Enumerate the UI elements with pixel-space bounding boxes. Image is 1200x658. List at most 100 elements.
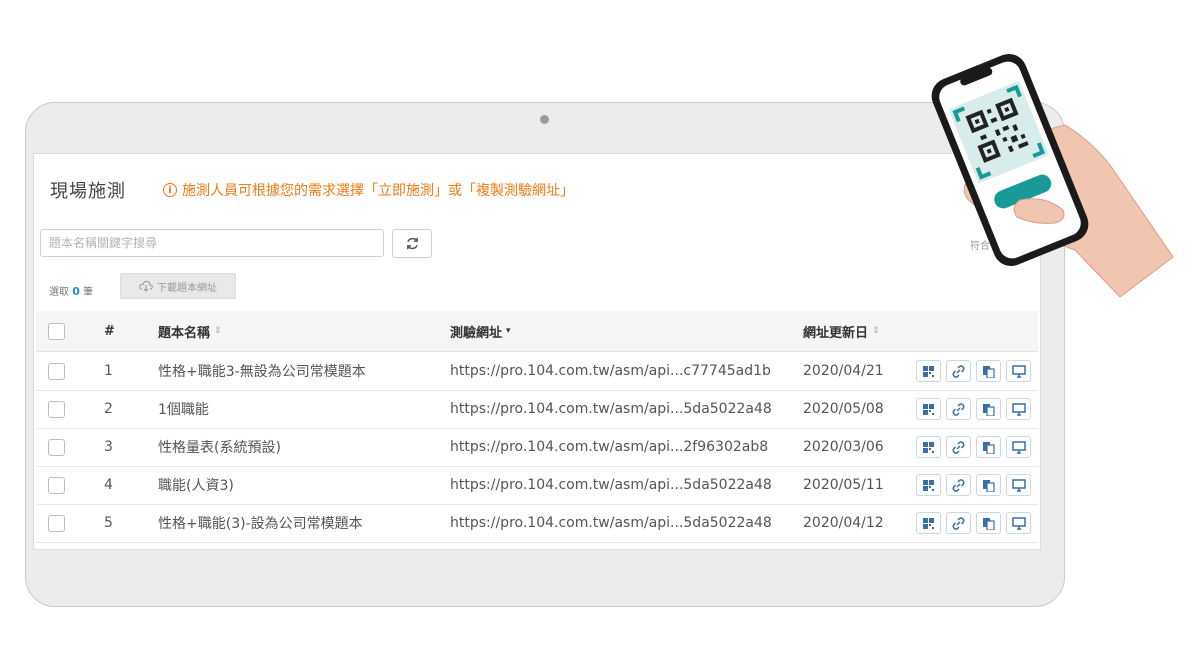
copy-link-button[interactable]	[946, 360, 971, 382]
row-actions	[916, 428, 1031, 466]
notice-label: 施測人員可根據您的需求選擇「立即施測」或「複製測驗網址」	[182, 183, 574, 199]
page-title: 現場施測	[50, 181, 126, 202]
row-url: https://pro.104.com.tw/asm/api...c77745a…	[450, 363, 771, 379]
row-checkbox[interactable]	[48, 514, 65, 532]
row-date: 2020/04/12	[803, 515, 884, 531]
link-icon	[952, 516, 965, 530]
link-icon	[952, 364, 965, 378]
start-test-button[interactable]	[1006, 512, 1031, 534]
table-row: 5 性格+職能(3)-設為公司常模題本 https://pro.104.com.…	[36, 504, 1038, 543]
start-test-button[interactable]	[1006, 398, 1031, 420]
selected-count: 0	[72, 285, 80, 298]
row-index: 1	[104, 363, 113, 379]
copy-button[interactable]	[976, 512, 1001, 534]
row-name: 1個職能	[158, 402, 209, 418]
row-url: https://pro.104.com.tw/asm/api...5da5022…	[450, 515, 772, 531]
table-row: 3 性格量表(系統預設) https://pro.104.com.tw/asm/…	[36, 428, 1038, 467]
header-url-label: 測驗網址	[450, 325, 503, 341]
copy-button[interactable]	[976, 436, 1001, 458]
sort-icon: ⇕	[872, 326, 880, 336]
row-index: 4	[104, 477, 113, 493]
qr-code-icon	[922, 403, 935, 416]
copy-icon	[982, 365, 995, 378]
qr-code-icon	[922, 365, 935, 378]
row-index: 2	[104, 401, 113, 417]
row-url: https://pro.104.com.tw/asm/api...2f96302…	[450, 439, 769, 455]
header-name[interactable]: 題本名稱 ⇕	[158, 311, 222, 351]
link-icon	[952, 402, 965, 416]
refresh-icon	[406, 237, 418, 250]
start-test-button[interactable]	[1006, 360, 1031, 382]
sort-icon: ⇕	[214, 326, 222, 336]
qr-code-icon	[922, 441, 935, 454]
header-url[interactable]: 測驗網址 ▾	[450, 311, 511, 351]
link-icon	[952, 478, 965, 492]
header-date[interactable]: 網址更新日 ⇕	[803, 311, 880, 351]
row-name: 性格+職能(3)-設為公司常模題本	[158, 516, 363, 532]
table-header: # 題本名稱 ⇕ 測驗網址 ▾ 網址更新日 ⇕	[36, 311, 1038, 352]
copy-link-button[interactable]	[946, 474, 971, 496]
row-actions	[916, 390, 1031, 428]
copy-link-button[interactable]	[946, 436, 971, 458]
copy-button[interactable]	[976, 474, 1001, 496]
table-row: 4 職能(人資3) https://pro.104.com.tw/asm/api…	[36, 466, 1038, 505]
row-name: 性格+職能3-無設為公司常模題本	[158, 364, 366, 380]
qr-code-button[interactable]	[916, 512, 941, 534]
monitor-icon	[1011, 402, 1026, 416]
monitor-icon	[1011, 516, 1026, 530]
copy-button[interactable]	[976, 360, 1001, 382]
table-row: 2 1個職能 https://pro.104.com.tw/asm/api...…	[36, 390, 1038, 429]
cloud-download-icon	[139, 280, 153, 292]
row-checkbox[interactable]	[48, 476, 65, 494]
selected-suffix: 筆	[83, 287, 94, 298]
row-name: 性格量表(系統預設)	[158, 440, 281, 456]
row-date: 2020/05/11	[803, 477, 884, 493]
header-date-label: 網址更新日	[803, 325, 869, 341]
row-actions	[916, 352, 1031, 390]
table-row: 1 性格+職能3-無設為公司常模題本 https://pro.104.com.t…	[36, 352, 1038, 391]
tablet-camera	[540, 115, 549, 124]
select-all-checkbox[interactable]	[48, 322, 65, 340]
start-test-button[interactable]	[1006, 436, 1031, 458]
qr-code-icon	[922, 479, 935, 492]
phone-in-hand-illustration	[931, 53, 1174, 298]
sort-desc-icon: ▾	[506, 326, 511, 336]
start-test-button[interactable]	[1006, 474, 1031, 496]
link-icon	[952, 440, 965, 454]
info-icon: i	[163, 183, 177, 197]
copy-link-button[interactable]	[946, 512, 971, 534]
search-input[interactable]	[40, 229, 384, 257]
monitor-icon	[1011, 478, 1026, 492]
qr-code-button[interactable]	[916, 360, 941, 382]
notice-text: i 施測人員可根據您的需求選擇「立即施測」或「複製測驗網址」	[163, 180, 574, 200]
row-date: 2020/05/08	[803, 401, 884, 417]
monitor-icon	[1011, 364, 1026, 378]
row-name: 職能(人資3)	[158, 478, 234, 494]
row-checkbox[interactable]	[48, 362, 65, 380]
download-urls-button[interactable]: 下載題本網址	[120, 273, 236, 299]
copy-icon	[982, 517, 995, 530]
copy-button[interactable]	[976, 398, 1001, 420]
monitor-icon	[1011, 440, 1026, 454]
row-url: https://pro.104.com.tw/asm/api...5da5022…	[450, 401, 772, 417]
row-checkbox[interactable]	[48, 400, 65, 418]
qr-code-button[interactable]	[916, 398, 941, 420]
qr-code-button[interactable]	[916, 474, 941, 496]
selected-prefix: 選取	[49, 287, 69, 298]
header-name-label: 題本名稱	[158, 325, 211, 341]
row-date: 2020/03/06	[803, 439, 884, 455]
download-label: 下載題本網址	[157, 282, 217, 294]
row-actions	[916, 504, 1031, 542]
row-date: 2020/04/21	[803, 363, 884, 379]
qr-code-button[interactable]	[916, 436, 941, 458]
row-url: https://pro.104.com.tw/asm/api...5da5022…	[450, 477, 772, 493]
refresh-button[interactable]	[392, 229, 432, 258]
copy-icon	[982, 403, 995, 416]
row-checkbox[interactable]	[48, 438, 65, 456]
row-actions	[916, 466, 1031, 504]
qr-code-icon	[922, 517, 935, 530]
copy-link-button[interactable]	[946, 398, 971, 420]
copy-icon	[982, 479, 995, 492]
row-index: 5	[104, 515, 113, 531]
selected-count-text: 選取 0 筆	[49, 283, 93, 298]
